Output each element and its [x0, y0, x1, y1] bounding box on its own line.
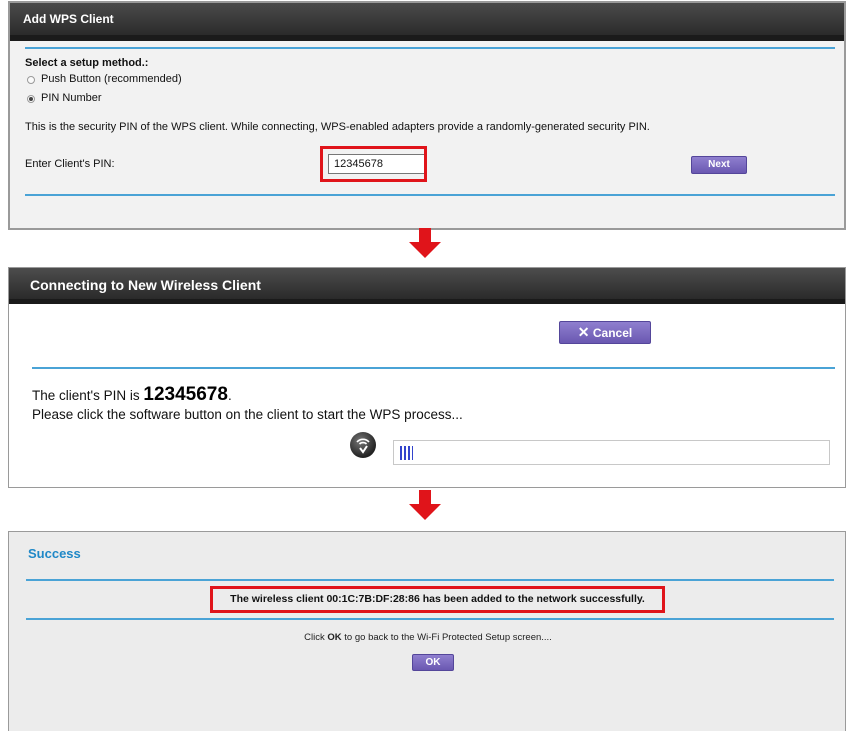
wps-instruction: Please click the software button on the …	[32, 407, 463, 422]
divider	[26, 579, 834, 581]
radio-label: PIN Number	[41, 92, 102, 104]
radio-push-button-option[interactable]: Push Button (recommended)	[27, 73, 327, 87]
progress-fill	[400, 446, 413, 460]
panel-title: Connecting to New Wireless Client	[30, 277, 261, 293]
panel-title: Add WPS Client	[23, 12, 114, 26]
pin-value: 12345678	[143, 384, 228, 405]
divider	[25, 47, 835, 49]
divider	[26, 618, 834, 620]
radio-pin-number-option[interactable]: PIN Number	[27, 92, 327, 106]
down-arrow-icon	[409, 228, 441, 260]
pin-description: This is the security PIN of the WPS clie…	[25, 121, 650, 133]
click-prefix: Click	[304, 632, 325, 643]
ok-button[interactable]: OK	[412, 654, 454, 671]
pin-label: Enter Client's PIN:	[25, 158, 115, 170]
success-message: The wireless client 00:1C:7B:DF:28:86 ha…	[210, 586, 665, 613]
pin-line: The client's PIN is 12345678.	[32, 384, 232, 406]
pin-suffix: .	[227, 388, 232, 403]
close-icon: ✕	[577, 324, 590, 340]
wps-progress-bar	[393, 440, 830, 465]
click-ok-instruction: Click OK to go back to the Wi-Fi Protect…	[9, 632, 845, 643]
down-arrow-icon	[409, 490, 441, 522]
radio-push-button[interactable]	[27, 76, 35, 84]
cancel-label: Cancel	[592, 326, 633, 340]
click-suffix: to go back to the Wi-Fi Protected Setup …	[344, 632, 552, 643]
connecting-panel: Connecting to New Wireless Client ✕ Canc…	[8, 267, 846, 488]
panel-header: Add WPS Client	[10, 3, 844, 41]
divider	[25, 194, 835, 196]
radio-label: Push Button (recommended)	[41, 73, 182, 85]
setup-method-heading: Select a setup method.:	[25, 57, 149, 69]
highlight-box	[320, 146, 427, 182]
radio-pin-number[interactable]	[27, 95, 35, 103]
click-ok-word: OK	[327, 632, 342, 643]
next-button[interactable]: Next	[691, 156, 747, 174]
add-wps-client-panel: Add WPS Client Select a setup method.: P…	[8, 1, 846, 230]
pin-prefix: The client's PIN is	[32, 388, 140, 403]
panel-header: Connecting to New Wireless Client	[9, 268, 845, 304]
cancel-button[interactable]: ✕ Cancel	[559, 321, 651, 344]
panel-title: Success	[28, 546, 81, 561]
divider	[32, 367, 835, 369]
success-panel: Success The wireless client 00:1C:7B:DF:…	[8, 531, 846, 731]
wps-icon	[350, 432, 376, 458]
